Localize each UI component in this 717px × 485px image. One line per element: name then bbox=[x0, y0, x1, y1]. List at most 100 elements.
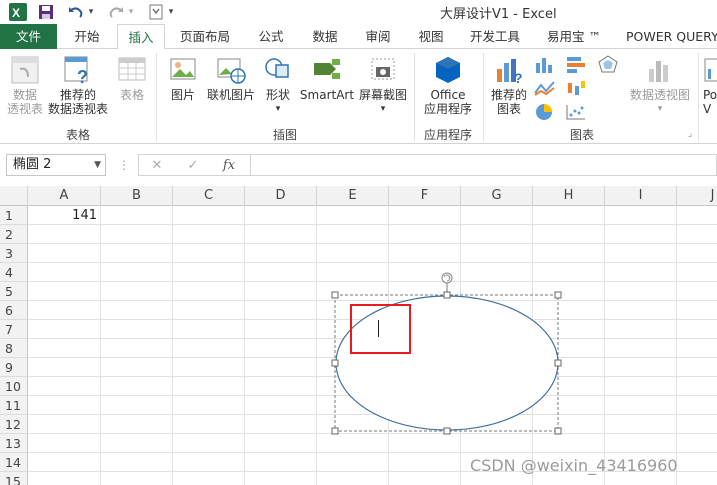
recommended-charts-button[interactable]: ? 推荐的 图表 bbox=[488, 55, 530, 116]
name-box-dropdown-icon[interactable]: ▼ bbox=[94, 155, 101, 175]
tab-insert[interactable]: 插入 bbox=[117, 24, 165, 50]
tab-developer[interactable]: 开发工具 bbox=[463, 24, 527, 49]
redo-icon[interactable] bbox=[106, 2, 126, 22]
smartart-icon bbox=[314, 59, 340, 79]
resize-handle-bottom-right[interactable] bbox=[554, 427, 562, 435]
pivot-table-icon bbox=[11, 56, 39, 84]
stock-chart-icon bbox=[568, 81, 585, 95]
shapes-button[interactable]: 形状 ▾ bbox=[261, 55, 295, 116]
formula-bar-grip-icon[interactable]: ⋮ bbox=[118, 158, 130, 172]
picture-icon bbox=[170, 58, 196, 80]
table-label: 表格 bbox=[119, 88, 144, 102]
recommended-charts-icon: ? bbox=[497, 59, 523, 85]
pivot-table-button[interactable]: 数据 透视表 bbox=[4, 55, 46, 116]
group-separator bbox=[698, 53, 699, 141]
screenshot-button[interactable]: 屏幕截图 ▾ bbox=[355, 55, 411, 116]
smartart-button[interactable]: SmartArt bbox=[299, 55, 355, 102]
ribbon-tabs: 文件 开始 插入 页面布局 公式 数据 审阅 视图 开发工具 易用宝 ™ POW… bbox=[0, 24, 717, 50]
bar-chart-button[interactable] bbox=[563, 55, 589, 77]
formula-input[interactable] bbox=[250, 154, 717, 176]
ribbon: 数据 透视表 ? 推荐的 数据透视表 表格 表格 图片 联机图片 形状 ▾ Sm… bbox=[0, 49, 717, 144]
power-view-label-1: Po bbox=[703, 88, 717, 102]
tab-data[interactable]: 数据 bbox=[302, 24, 348, 49]
screenshot-label: 屏幕截图 bbox=[358, 88, 407, 102]
power-view-label-2: V bbox=[703, 102, 712, 116]
group-label-charts: 图表 bbox=[569, 128, 594, 142]
pie-chart-icon bbox=[536, 104, 552, 120]
pivot-chart-icon bbox=[649, 61, 668, 82]
svg-text:X: X bbox=[12, 6, 20, 20]
tab-yiyongbao[interactable]: 易用宝 ™ bbox=[537, 24, 611, 49]
undo-icon[interactable] bbox=[66, 2, 86, 22]
office-apps-button[interactable]: Office 应用程序 bbox=[417, 55, 479, 116]
recommended-charts-label-2: 图表 bbox=[496, 102, 521, 116]
cancel-icon[interactable]: ✕ bbox=[139, 158, 175, 173]
stock-chart-button[interactable] bbox=[563, 79, 589, 101]
recommended-charts-label-1: 推荐的 bbox=[490, 88, 527, 102]
online-pictures-label: 联机图片 bbox=[206, 88, 255, 102]
enter-icon[interactable]: ✓ bbox=[175, 158, 211, 173]
line-chart-button[interactable] bbox=[532, 79, 558, 101]
tab-page-layout[interactable]: 页面布局 bbox=[172, 24, 238, 49]
excel-logo-icon: X bbox=[8, 2, 28, 22]
scatter-chart-icon bbox=[566, 105, 585, 120]
name-box[interactable]: 椭圆 2 ▼ bbox=[6, 154, 106, 176]
pie-chart-button[interactable] bbox=[532, 103, 558, 125]
insert-function-icon[interactable]: fx bbox=[211, 158, 247, 173]
recommended-pivot-button[interactable]: ? 推荐的 数据透视表 bbox=[47, 55, 109, 116]
pictures-button[interactable]: 图片 bbox=[165, 55, 201, 102]
tab-formulas[interactable]: 公式 bbox=[248, 24, 294, 49]
office-apps-label-2: 应用程序 bbox=[423, 102, 472, 116]
table-icon bbox=[118, 57, 146, 81]
screenshot-icon bbox=[371, 58, 395, 80]
customize-quick-access-icon[interactable]: ▾ bbox=[166, 2, 176, 22]
resize-handle-top[interactable] bbox=[443, 291, 451, 299]
resize-handle-top-left[interactable] bbox=[331, 291, 339, 299]
pivot-chart-label: 数据透视图 bbox=[629, 88, 690, 102]
name-box-value: 椭圆 2 bbox=[13, 157, 52, 172]
resize-handle-right[interactable] bbox=[554, 359, 562, 367]
office-apps-label-1: Office bbox=[430, 88, 466, 102]
shapes-label: 形状 bbox=[265, 88, 290, 102]
power-view-button[interactable]: Po V bbox=[703, 55, 717, 116]
resize-handle-bottom[interactable] bbox=[443, 427, 451, 435]
column-chart-button[interactable] bbox=[532, 55, 558, 77]
pivot-chart-button[interactable]: 数据透视图 ▾ bbox=[627, 55, 693, 116]
redo-dropdown-icon[interactable]: ▾ bbox=[126, 2, 136, 22]
text-cursor bbox=[378, 320, 379, 337]
form-icon[interactable] bbox=[146, 2, 166, 22]
recommended-pivot-icon: ? bbox=[64, 56, 88, 85]
resize-handle-top-right[interactable] bbox=[554, 291, 562, 299]
highlight-box bbox=[350, 304, 411, 354]
undo-dropdown-icon[interactable]: ▾ bbox=[86, 2, 96, 22]
pivot-table-label-2: 透视表 bbox=[6, 102, 43, 116]
line-chart-icon bbox=[534, 81, 555, 96]
save-icon[interactable] bbox=[36, 2, 56, 22]
table-button[interactable]: 表格 bbox=[113, 55, 151, 102]
rotate-handle-icon[interactable] bbox=[441, 272, 453, 284]
shapes-icon bbox=[265, 58, 289, 78]
recommended-pivot-label-1: 推荐的 bbox=[59, 88, 96, 102]
radar-chart-button[interactable] bbox=[595, 55, 621, 77]
radar-chart-icon bbox=[598, 55, 618, 73]
resize-handle-bottom-left[interactable] bbox=[331, 427, 339, 435]
tab-view[interactable]: 视图 bbox=[408, 24, 454, 49]
window-title: 大屏设计V1 - Excel bbox=[440, 7, 557, 22]
column-chart-icon bbox=[536, 58, 552, 73]
pivot-table-label-1: 数据 bbox=[12, 88, 37, 102]
formula-bar: 椭圆 2 ▼ ⋮ ✕ ✓ fx bbox=[0, 144, 717, 186]
formula-bar-buttons: ✕ ✓ fx bbox=[138, 154, 250, 176]
group-separator bbox=[156, 53, 157, 141]
bar-chart-icon bbox=[567, 57, 585, 73]
online-picture-icon bbox=[217, 58, 246, 84]
title-bar: X ▾ ▾ ▾ 大屏设计V1 - Excel bbox=[0, 0, 717, 24]
scatter-chart-button[interactable] bbox=[563, 103, 589, 125]
charts-dialog-launcher-icon[interactable]: ⌟ bbox=[684, 127, 696, 141]
resize-handle-left[interactable] bbox=[331, 359, 339, 367]
tab-home[interactable]: 开始 bbox=[63, 24, 111, 49]
watermark: CSDN @weixin_43416960 bbox=[470, 456, 678, 475]
tab-review[interactable]: 审阅 bbox=[355, 24, 401, 49]
tab-power-query[interactable]: POWER QUERY bbox=[622, 24, 717, 49]
tab-file[interactable]: 文件 bbox=[0, 24, 57, 49]
online-pictures-button[interactable]: 联机图片 bbox=[203, 55, 259, 102]
